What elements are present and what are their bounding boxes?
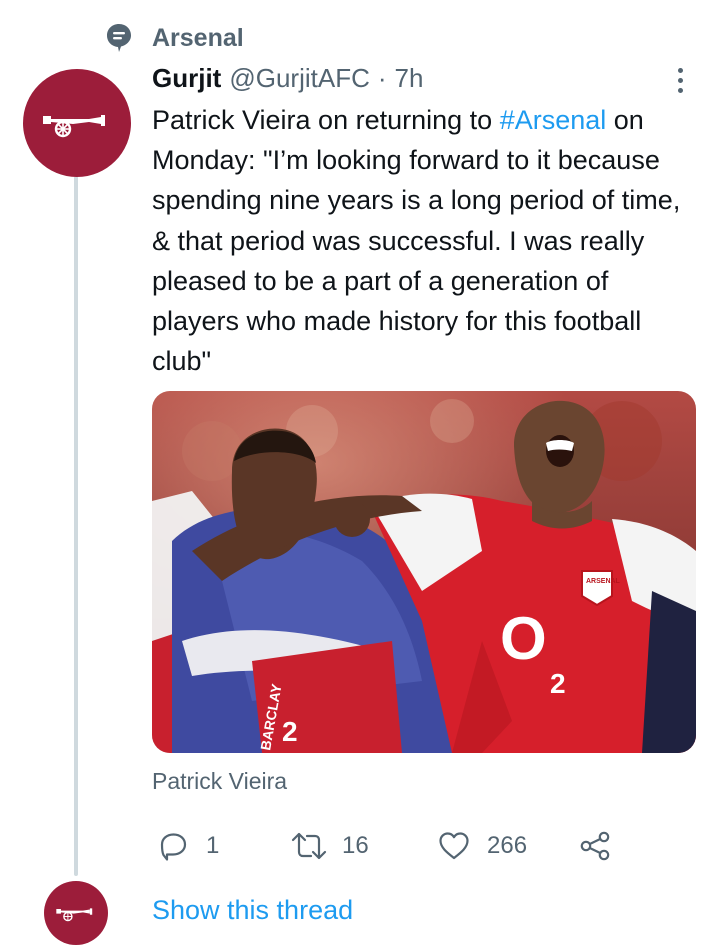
photo-illustration: 2 BARCLAY ARSENAL O 2 bbox=[152, 391, 696, 753]
reply-count: 1 bbox=[206, 832, 220, 859]
retweet-count: 16 bbox=[342, 832, 369, 859]
tweet-text: Patrick Vieira on returning to #Arsenal … bbox=[152, 100, 697, 381]
topic-icon bbox=[107, 24, 131, 52]
arsenal-cannon-icon bbox=[43, 115, 105, 138]
tweet-photo[interactable]: 2 BARCLAY ARSENAL O 2 bbox=[152, 391, 696, 753]
share-icon bbox=[580, 831, 610, 861]
arsenal-cannon-icon bbox=[56, 908, 93, 922]
show-thread-link[interactable]: Show this thread bbox=[152, 895, 353, 926]
separator-dot: · bbox=[377, 62, 387, 93]
timestamp[interactable]: 7h bbox=[395, 63, 424, 94]
thread-connector-line bbox=[74, 176, 78, 876]
tweet-text-start: Patrick Vieira on returning to bbox=[152, 105, 500, 135]
like-icon bbox=[439, 832, 469, 860]
reply-icon bbox=[160, 833, 187, 861]
left-sponsor-text: 2 bbox=[282, 716, 298, 747]
right-sponsor-sub: 2 bbox=[550, 668, 566, 699]
tweet-actions: 1 16 266 bbox=[152, 826, 632, 866]
like-count: 266 bbox=[487, 832, 528, 859]
social-context[interactable]: Arsenal bbox=[106, 22, 244, 54]
retweet-icon bbox=[291, 832, 327, 860]
thread-avatar[interactable] bbox=[44, 881, 108, 945]
retweet-button[interactable]: 16 bbox=[290, 826, 369, 866]
tweet-header: Gurjit @GurjitAFC · 7h bbox=[152, 60, 423, 96]
media-caption: Patrick Vieira bbox=[152, 768, 288, 794]
display-name[interactable]: Gurjit bbox=[152, 63, 221, 94]
like-button[interactable]: 266 bbox=[437, 826, 527, 866]
more-options-icon[interactable] bbox=[666, 64, 694, 96]
user-handle[interactable]: @GurjitAFC bbox=[229, 63, 370, 94]
reply-button[interactable]: 1 bbox=[156, 826, 219, 866]
crest-text: ARSENAL bbox=[586, 578, 621, 585]
hashtag-link[interactable]: #Arsenal bbox=[500, 105, 607, 135]
context-label: Arsenal bbox=[152, 23, 244, 52]
tweet-text-end: on Monday: "I’m looking forward to it be… bbox=[152, 105, 681, 377]
share-button[interactable] bbox=[578, 826, 612, 866]
avatar[interactable] bbox=[23, 69, 131, 177]
right-sponsor-text: O bbox=[500, 605, 547, 672]
